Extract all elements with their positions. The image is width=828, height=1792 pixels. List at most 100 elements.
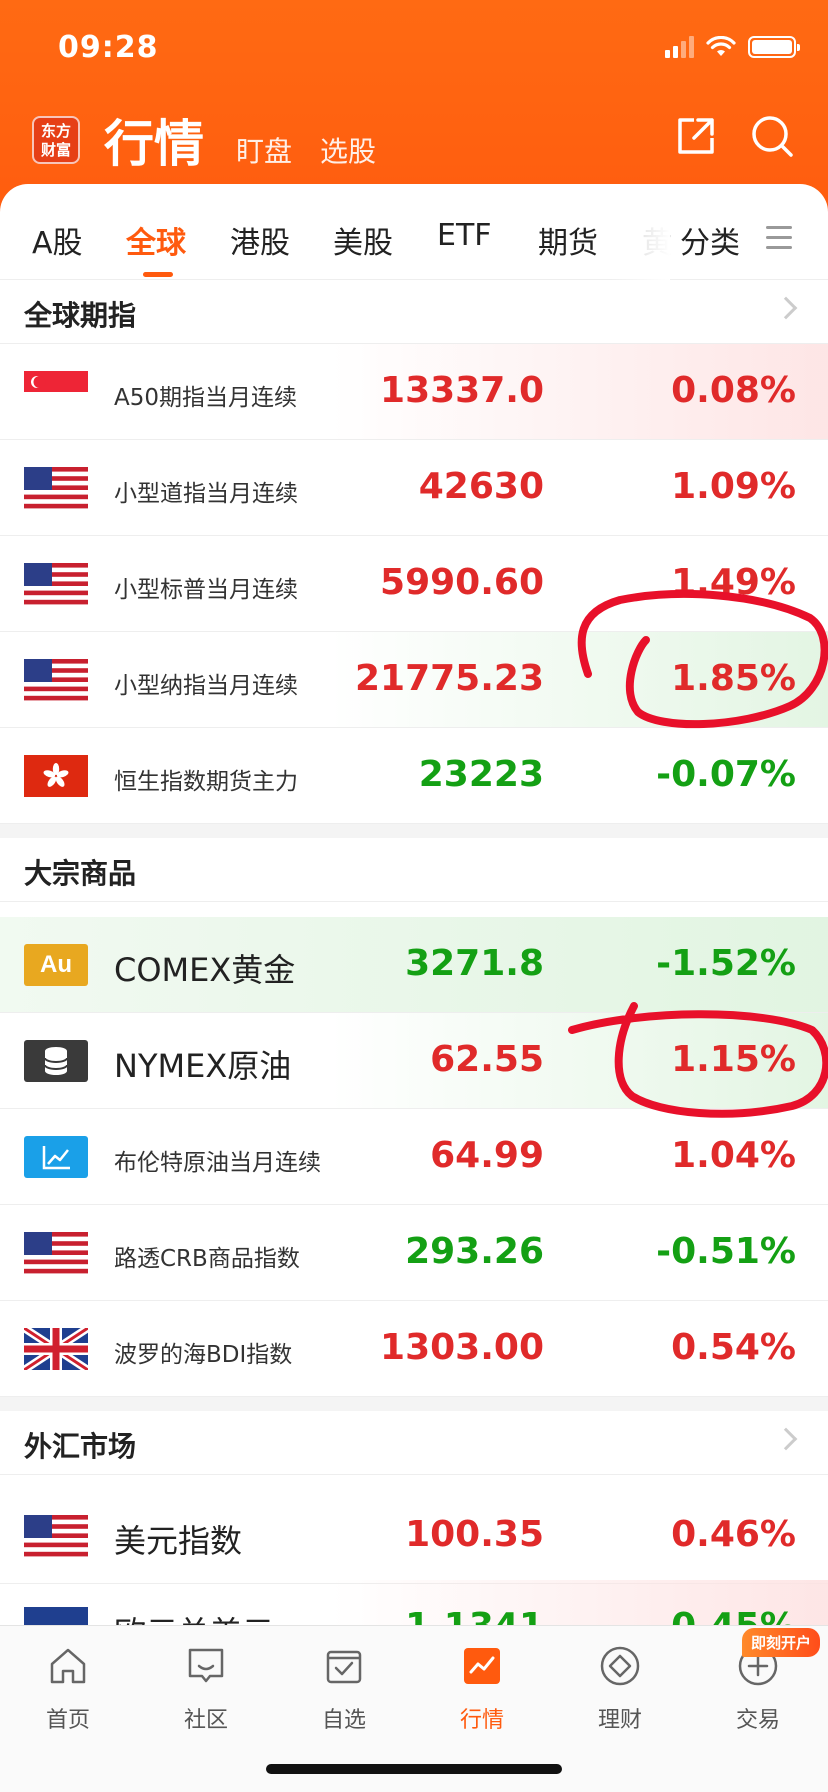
nav-home[interactable]: 首页 [18,1644,118,1734]
instrument-name: 路透CRB商品指数 [114,1246,300,1272]
instrument-name: 美元指数 [114,1522,243,1560]
us-flag-icon [24,659,88,701]
instrument-price: 62.55 [430,1039,544,1080]
nav-label: 自选 [321,1708,366,1733]
tab-fade-overlay [610,184,670,280]
instrument-price: 23223 [418,754,544,795]
list-item[interactable]: 小型道指当月连续 42630 1.09% [0,440,828,536]
watchlist-icon [326,1650,362,1684]
tab-futures[interactable]: 期货 [538,218,598,262]
status-time: 09:28 [58,30,159,65]
list-item[interactable]: Au COMEX黄金 3271.8 -1.52% [0,917,828,1013]
section-header-forex[interactable]: 外汇市场 [0,1411,828,1475]
instrument-change-percent: -0.07% [656,754,796,795]
hong-kong-flag-icon [24,755,88,797]
market-tab-bar: A股 全球 港股 美股 ETF 期货 黄 分类 [0,184,828,280]
tab-global[interactable]: 全球 [126,218,186,262]
list-item[interactable]: 波罗的海BDI指数 1303.00 0.54% [0,1301,828,1397]
nav-watchlist[interactable]: 自选 [294,1644,394,1734]
singapore-flag-icon [24,371,88,413]
cellular-signal-icon [665,36,694,58]
section-header-futures[interactable]: 全球期指 [0,280,828,344]
instrument-name: 小型标普当月连续 [114,577,298,603]
battery-icon [748,36,800,58]
list-item[interactable]: 路透CRB商品指数 293.26 -0.51% [0,1205,828,1301]
section-divider [0,824,828,838]
share-icon[interactable] [672,112,720,160]
nav-trade[interactable]: 交易 [708,1644,808,1734]
tab-etf[interactable]: ETF [437,218,492,253]
nav-market[interactable]: 行情 [432,1644,532,1734]
instrument-price: 64.99 [430,1135,544,1176]
instrument-price: 42630 [418,466,544,507]
instrument-change-percent: -0.45% [656,1606,796,1625]
instrument-name: 布伦特原油当月连续 [114,1150,321,1176]
menu-icon[interactable] [766,226,792,256]
sub-nav-screener[interactable]: 选股 [320,130,376,170]
instrument-price: 1.1341 [405,1606,544,1625]
search-icon[interactable] [748,112,796,160]
list-item[interactable]: 恒生指数期货主力 23223 -0.07% [0,728,828,824]
community-icon [188,1648,224,1683]
nav-label: 理财 [597,1708,642,1733]
active-tab-indicator [143,272,173,277]
us-flag-icon [24,1232,88,1274]
nav-label: 社区 [183,1708,228,1733]
us-flag-icon [24,467,88,509]
wealth-icon [600,1646,640,1686]
app-logo: 东方 财富 [32,116,80,164]
section-title: 大宗商品 [24,857,137,890]
instrument-change-percent: 1.04% [671,1135,796,1176]
open-account-badge[interactable]: 即刻开户 [742,1628,821,1657]
instrument-price: 5990.60 [380,562,544,603]
instrument-name: 小型纳指当月连续 [114,673,298,699]
list-item[interactable]: 小型标普当月连续 5990.60 1.49% [0,536,828,632]
list-item[interactable]: 小型纳指当月连续 21775.23 1.85% [0,632,828,728]
nav-label: 行情 [459,1708,504,1733]
market-icon [464,1648,500,1684]
instrument-change-percent: 0.08% [671,370,796,411]
chevron-right-icon [774,296,798,320]
instrument-name: NYMEX原油 [114,1047,292,1085]
home-icon [50,1648,86,1684]
instrument-change-percent: 1.09% [671,466,796,507]
nav-label: 交易 [735,1708,780,1733]
section-header-commodities[interactable]: 大宗商品 [0,838,828,902]
instrument-price: 13337.0 [380,370,544,411]
us-flag-icon [24,563,88,605]
tab-category[interactable]: 分类 [680,218,740,262]
tab-a-shares[interactable]: A股 [32,218,83,262]
tab-hk-stocks[interactable]: 港股 [230,218,290,262]
home-indicator [266,1764,562,1774]
list-item-partial[interactable]: 欧元兑美元 1.1341 -0.45% [0,1580,828,1625]
instrument-change-percent: 0.46% [671,1514,796,1555]
instrument-name: A50期指当月连续 [114,385,298,411]
instrument-price: 1303.00 [380,1327,544,1368]
instrument-price: 293.26 [405,1231,544,1272]
instrument-name: COMEX黄金 [114,951,296,989]
sub-nav-watch[interactable]: 盯盘 [236,130,292,170]
instrument-change-percent: 1.15% [671,1039,796,1080]
status-icons [665,36,800,58]
instrument-change-percent: 1.49% [671,562,796,603]
list-item[interactable]: A50期指当月连续 13337.0 0.08% [0,344,828,440]
nav-community[interactable]: 社区 [156,1644,256,1734]
instrument-name: 恒生指数期货主力 [114,769,298,795]
tab-us-stocks[interactable]: 美股 [333,218,393,262]
instrument-name: 小型道指当月连续 [114,481,298,507]
section-title: 全球期指 [24,299,137,332]
line-chart-icon [24,1136,88,1178]
instrument-change-percent: -1.52% [656,943,796,984]
uk-flag-icon [24,1328,88,1370]
instrument-change-percent: 0.54% [671,1327,796,1368]
gold-icon: Au [24,944,88,986]
list-item[interactable]: 美元指数 100.35 0.46% [0,1488,828,1584]
section-divider [0,1397,828,1411]
nav-wealth[interactable]: 理财 [570,1644,670,1734]
header-sub-nav: 盯盘 选股 [236,130,376,170]
list-item[interactable]: 布伦特原油当月连续 64.99 1.04% [0,1109,828,1205]
oil-barrel-icon [24,1040,88,1082]
instrument-price: 3271.8 [405,943,544,984]
instrument-change-percent: -0.51% [656,1231,796,1272]
list-item[interactable]: NYMEX原油 62.55 1.15% [0,1013,828,1109]
